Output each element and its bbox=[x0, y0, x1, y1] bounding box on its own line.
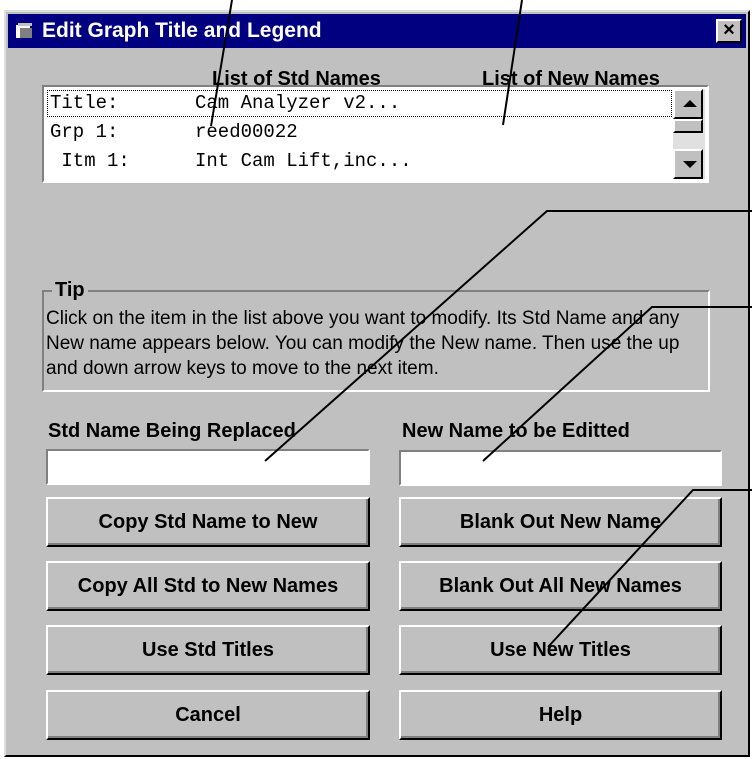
callout-line-new-list bbox=[502, 0, 523, 126]
callout-line-new-field bbox=[482, 306, 752, 462]
callout-line-std-list bbox=[210, 0, 233, 127]
callout-line-use-new-titles bbox=[547, 489, 752, 648]
annotation-callout-lines bbox=[210, 0, 752, 648]
callout-line-std-field bbox=[264, 210, 752, 462]
